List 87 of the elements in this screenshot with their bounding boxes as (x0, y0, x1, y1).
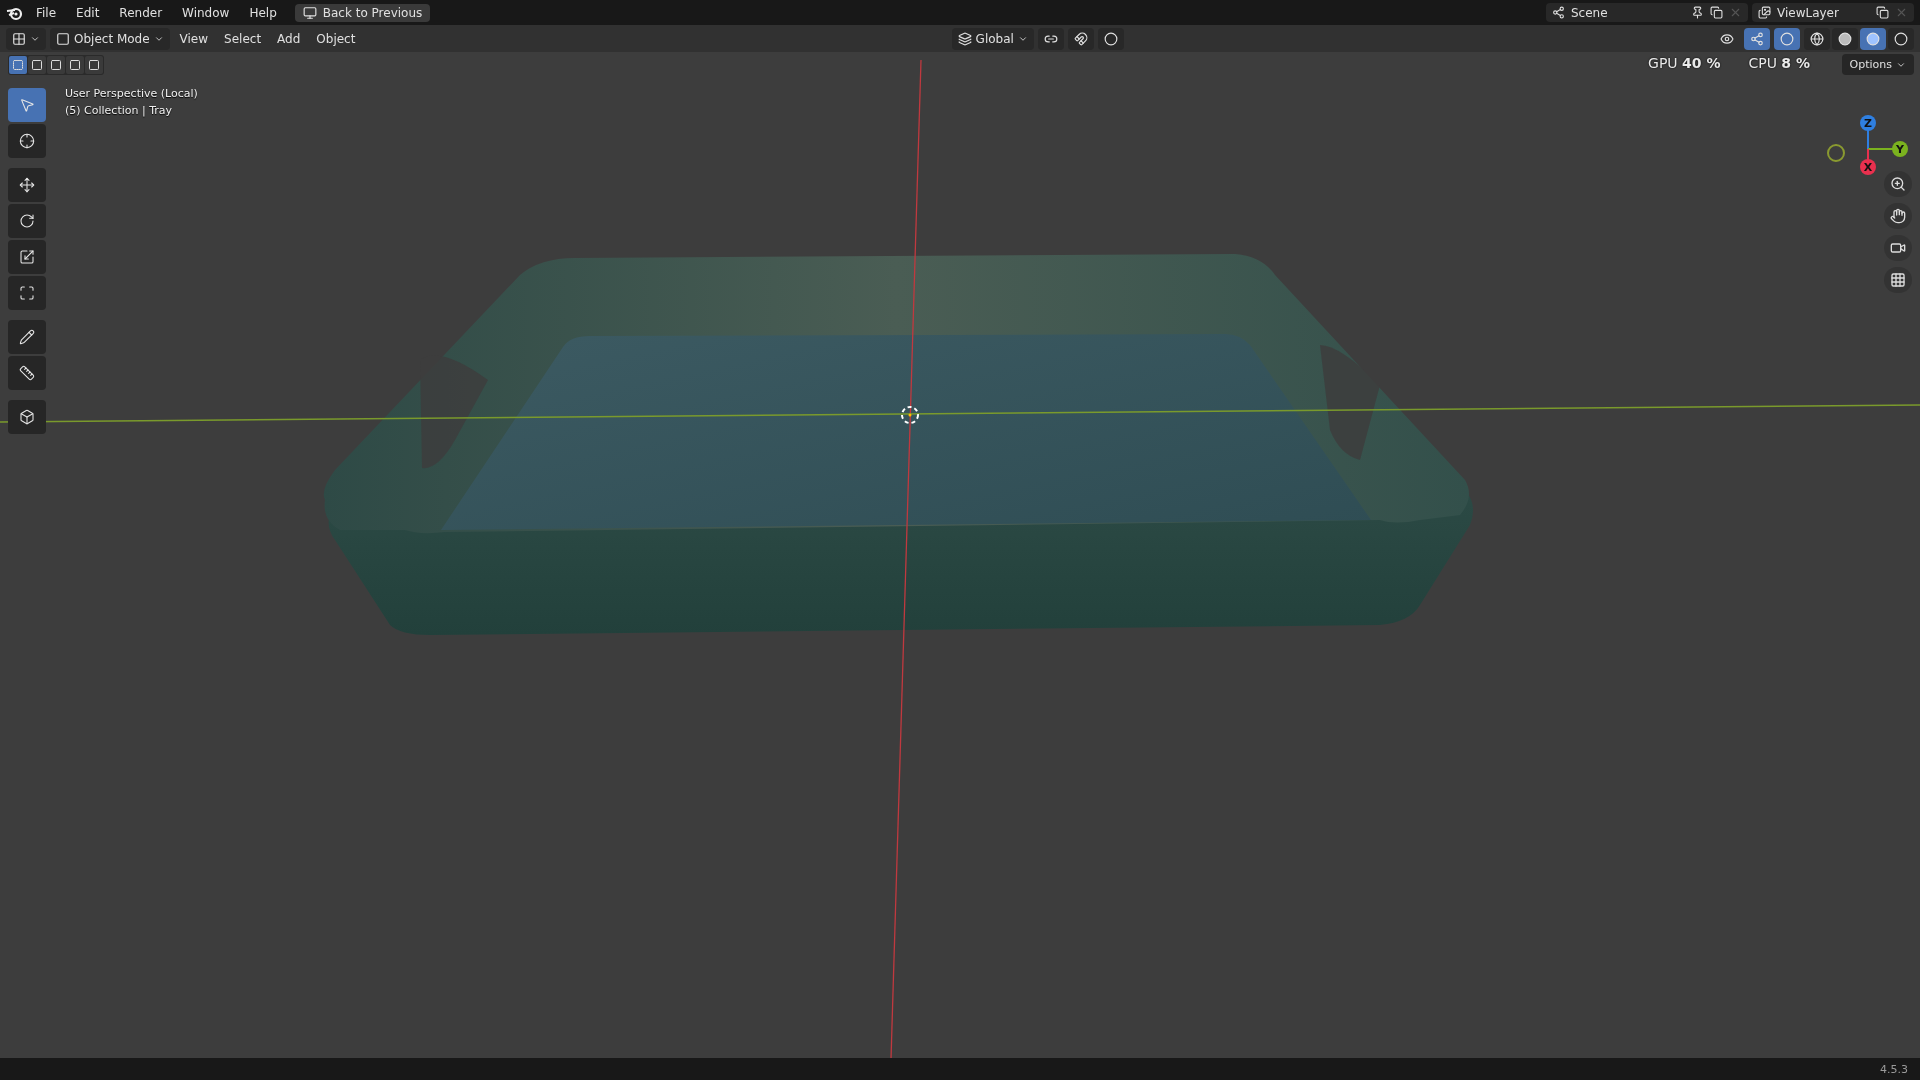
selection-square-icon (88, 59, 100, 71)
overlay-icon (1780, 31, 1794, 46)
camera-icon (1890, 240, 1906, 256)
zoom-icon (1890, 176, 1906, 192)
scale-icon (19, 249, 35, 265)
performance-readout: GPU 40 % (1648, 55, 1721, 71)
hand-icon (1890, 208, 1906, 224)
3d-viewport[interactable]: Object Mode View Select Add Object Global GPU 40 % CPU 8 % User Perspective (Local) (5) Collection | Tray Options Z Y X (0, 25, 1920, 1058)
selection-square-icon (31, 59, 43, 71)
viewport-info-text: User Perspective (Local) (65, 87, 198, 100)
transform-icon (19, 285, 35, 301)
snap-button[interactable] (1067, 27, 1094, 50)
pin-icon (1691, 6, 1704, 19)
menu-item[interactable]: File (28, 3, 65, 22)
overlay-toggle[interactable] (1774, 27, 1800, 50)
selection-mode-button[interactable] (66, 56, 84, 74)
tool-button[interactable] (8, 400, 46, 434)
selection-square-icon (50, 59, 62, 71)
performance-readout: CPU 8 % (1748, 55, 1810, 71)
selection-square-icon (69, 59, 81, 71)
menu-item[interactable]: Help (241, 3, 285, 22)
header-menu[interactable]: Object (310, 27, 362, 50)
tool-button[interactable] (8, 204, 46, 238)
mode-dropdown[interactable]: Object Mode (50, 27, 170, 50)
perspective-button[interactable] (1884, 267, 1912, 293)
circle-icon (1103, 31, 1118, 46)
tool-button[interactable] (8, 240, 46, 274)
scene-selector[interactable]: Scene (1546, 3, 1748, 22)
editor-icon (12, 31, 26, 46)
3d-cursor-icon (901, 406, 919, 424)
magnet-icon (1073, 31, 1088, 46)
editor-type-button[interactable] (6, 27, 46, 50)
menu-item[interactable]: Edit (68, 3, 108, 22)
selection-square-icon (12, 59, 24, 71)
header-menu[interactable]: Add (271, 27, 307, 50)
monitor-icon (302, 5, 317, 20)
shading-button[interactable] (1804, 27, 1830, 50)
solid-sphere-icon (1838, 31, 1852, 46)
ruler-icon (19, 365, 35, 381)
header-menu[interactable]: View (173, 27, 215, 50)
view-layer-selector[interactable]: ViewLayer (1752, 3, 1914, 22)
selection-mode-button[interactable] (85, 56, 103, 74)
zoom-button[interactable] (1884, 171, 1912, 197)
material-sphere-icon (1866, 31, 1880, 46)
camera-button[interactable] (1884, 235, 1912, 261)
pencil-icon (19, 329, 35, 345)
shading-button[interactable] (1832, 27, 1858, 50)
tool-button[interactable] (8, 356, 46, 390)
viewport-info-text: (5) Collection | Tray (65, 104, 174, 117)
selection-mode-button[interactable] (47, 56, 65, 74)
cube-icon (19, 409, 35, 425)
back-to-previous-button[interactable]: Back to Previous (294, 3, 431, 22)
header-menu[interactable]: Select (218, 27, 268, 50)
image-stack-icon (1758, 6, 1771, 19)
grid-icon (1890, 272, 1906, 288)
copy-icon (1710, 6, 1723, 19)
close-icon (1895, 6, 1908, 19)
menu-item[interactable]: Render (111, 3, 171, 22)
cursor-arrow-icon (19, 97, 35, 113)
negative-y-axis-icon (1827, 144, 1845, 162)
axis-handle[interactable]: Z (1860, 115, 1876, 150)
options-dropdown[interactable]: Options (1841, 54, 1914, 75)
wireframe-sphere-icon (1810, 31, 1824, 46)
tool-button[interactable] (8, 276, 46, 310)
rotate-icon (19, 213, 35, 229)
pivot-button[interactable] (1037, 27, 1064, 50)
orientation-dropdown[interactable]: Global (951, 27, 1034, 50)
version-label: 4.5.3 (1880, 1062, 1908, 1076)
close-icon (1729, 6, 1742, 19)
selection-mode-button[interactable] (28, 56, 46, 74)
rendered-sphere-icon (1894, 31, 1908, 46)
eye-icon (1720, 31, 1734, 46)
selection-mode-button[interactable] (9, 56, 27, 74)
object-icon (56, 31, 70, 46)
move-icon (19, 177, 35, 193)
shading-button[interactable] (1860, 27, 1886, 50)
tool-button[interactable] (8, 168, 46, 202)
tool-button[interactable] (8, 124, 46, 158)
proportional-button[interactable] (1097, 27, 1124, 50)
menu-item[interactable]: Window (174, 3, 238, 22)
shading-button[interactable] (1888, 27, 1914, 50)
gizmo-toggle[interactable] (1744, 27, 1770, 50)
axis-handle[interactable]: Y (1867, 141, 1908, 157)
crosshair-icon (19, 133, 35, 149)
copy-icon (1876, 6, 1889, 19)
tool-button[interactable] (8, 320, 46, 354)
pan-button[interactable] (1884, 203, 1912, 229)
